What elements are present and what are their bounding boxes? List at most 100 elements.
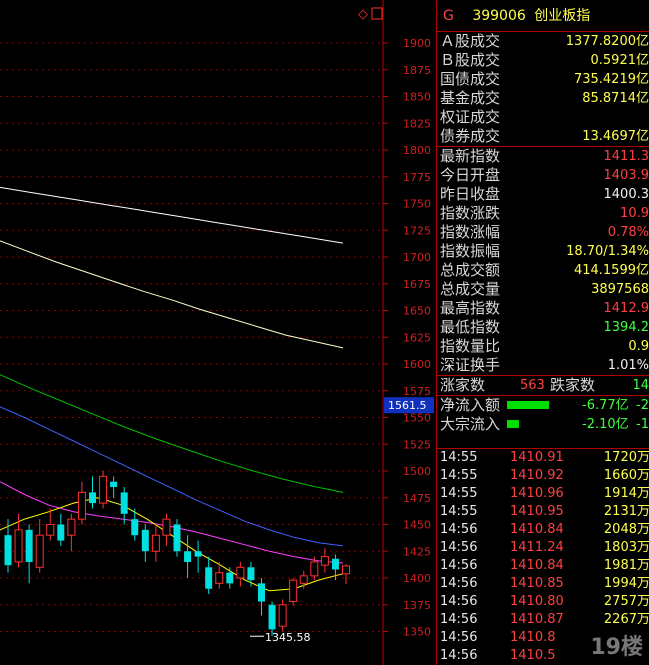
row-value: 0.5921亿 xyxy=(590,53,649,68)
trade-row: 14:55 1410.91 1720万 xyxy=(437,449,649,467)
flow-extra: -1 xyxy=(636,417,649,432)
y-tick-label: 1700 xyxy=(403,251,431,264)
candle xyxy=(162,513,171,546)
row-label: 基金成交 xyxy=(440,89,501,107)
trade-volume: 1981万 xyxy=(603,558,649,573)
quote-panel: G 399006 创业板指 Ａ股成交 1377.8200亿 Ｂ股成交 0.5921亿国… xyxy=(436,0,649,665)
window-icon[interactable] xyxy=(371,7,383,20)
row-value: 10.9 xyxy=(620,206,649,221)
y-tick-label: 1900 xyxy=(403,37,431,50)
y-tick-label: 1725 xyxy=(403,224,431,237)
stat-row: 指数涨跌 10.9 xyxy=(437,204,649,223)
turnover-row: 国债成交 735.4219亿 xyxy=(437,70,649,89)
row-label: 债券成交 xyxy=(440,127,501,145)
row-label: 指数涨跌 xyxy=(440,204,501,222)
trade-price: 1410.91 xyxy=(510,450,564,465)
y-tick-label: 1525 xyxy=(403,438,431,451)
row-value: 85.8714亿 xyxy=(582,91,649,106)
quote-header: G 399006 创业板指 xyxy=(437,0,649,32)
trade-volume: 2131万 xyxy=(603,504,649,519)
down-count-value: 14 xyxy=(632,378,649,393)
up-count-label: 涨家数 xyxy=(440,376,486,394)
y-tick-label: 1650 xyxy=(403,305,431,318)
trade-time: 14:56 xyxy=(440,648,478,663)
row-value: 735.4219亿 xyxy=(573,72,649,87)
row-label: 指数涨幅 xyxy=(440,223,501,241)
row-label: Ａ股成交 xyxy=(440,32,501,50)
stat-row: 最新指数 1411.3 xyxy=(437,147,649,166)
stat-row: 最高指数 1412.9 xyxy=(437,299,649,318)
candle xyxy=(247,561,255,587)
turnover-row: Ｂ股成交 0.5921亿 xyxy=(437,51,649,70)
candle xyxy=(110,476,118,498)
y-tick-label: 1400 xyxy=(403,572,431,585)
y-tick-label: 1475 xyxy=(403,492,431,505)
current-price-label: 1561.5 xyxy=(388,399,427,412)
y-tick-label: 1800 xyxy=(403,144,431,157)
candle xyxy=(289,578,298,606)
row-label: 国债成交 xyxy=(440,70,501,88)
row-label: Ｂ股成交 xyxy=(440,51,501,69)
row-label: 权证成交 xyxy=(440,108,501,126)
y-axis: 1900 1875 1850 1825 1800 1775 1750 1725 1700 1675… xyxy=(382,0,431,665)
trade-price: 1410.84 xyxy=(510,558,564,573)
trade-price: 1410.8 xyxy=(510,630,556,645)
trade-price: 1411.24 xyxy=(510,540,564,555)
candle xyxy=(46,508,55,541)
flow-row: 净流入额 -6.77亿 -2 xyxy=(437,396,649,415)
ma-line xyxy=(0,497,344,592)
row-label: 最高指数 xyxy=(440,299,501,317)
trade-row: 14:56 1410.84 2048万 xyxy=(437,521,649,539)
index-name: 创业板指 xyxy=(534,8,591,24)
trade-row: 14:55 1410.95 2131万 xyxy=(437,503,649,521)
trade-price: 1410.5 xyxy=(510,648,556,663)
turnover-row: Ａ股成交 1377.8200亿 xyxy=(437,32,649,51)
ma-line xyxy=(0,186,344,244)
row-value: 1411.3 xyxy=(603,149,649,164)
trade-row: 14:55 1410.92 1660万 xyxy=(437,467,649,485)
kline-chart[interactable]: 1900 1875 1850 1825 1800 1775 1750 1725 1700 1675… xyxy=(0,0,436,665)
flow-row: 大宗流入 -2.10亿 -1 xyxy=(437,415,649,434)
y-tick-label: 1575 xyxy=(403,385,431,398)
trade-time: 14:56 xyxy=(440,540,478,555)
turnover-row: 权证成交 xyxy=(437,108,649,127)
row-value: 3897568 xyxy=(591,282,649,297)
flow-bar xyxy=(507,420,519,428)
row-label: 最新指数 xyxy=(440,147,501,165)
candle xyxy=(236,561,245,587)
trade-time: 14:55 xyxy=(440,450,478,465)
turnover-row: 基金成交 85.8714亿 xyxy=(437,89,649,108)
row-value: 13.4697亿 xyxy=(582,129,649,144)
flow-list: 净流入额 -6.77亿 -2 大宗流入 -2.10亿 -1 xyxy=(437,395,649,434)
candle xyxy=(151,524,160,562)
candles xyxy=(4,471,350,637)
row-value: 1412.9 xyxy=(603,301,649,316)
y-tick-label: 1500 xyxy=(403,465,431,478)
flow-value: -2.10亿 xyxy=(582,417,629,432)
trade-price: 1410.80 xyxy=(510,594,564,609)
diamond-icon[interactable]: ◇ xyxy=(358,7,368,22)
y-tick-label: 1850 xyxy=(403,91,431,104)
candle xyxy=(173,519,181,557)
row-value: 1400.3 xyxy=(603,187,649,202)
breadth-row: 涨家数 563 跌家数 14 xyxy=(437,375,649,395)
candle xyxy=(99,471,108,509)
candle xyxy=(141,524,149,562)
row-value: 1.01% xyxy=(607,358,649,373)
trade-time: 14:56 xyxy=(440,522,478,537)
row-label: 昨日收盘 xyxy=(440,185,501,203)
trade-row: 14:56 1410.80 2757万 xyxy=(437,593,649,611)
trade-row: 14:56 1410.87 2267万 xyxy=(437,611,649,629)
candle xyxy=(320,548,329,573)
trade-price: 1410.85 xyxy=(510,576,564,591)
low-annotation: 1345.58 xyxy=(250,631,311,644)
y-tick-label: 1675 xyxy=(403,278,431,291)
turnover-row: 债券成交 13.4697亿 xyxy=(437,127,649,146)
row-label: 总成交量 xyxy=(440,280,501,298)
candle xyxy=(35,519,44,573)
ma-line xyxy=(0,481,344,564)
trade-volume: 2048万 xyxy=(603,522,649,537)
trade-time: 14:55 xyxy=(440,504,478,519)
trade-volume: 1914万 xyxy=(603,486,649,501)
trade-volume: 2757万 xyxy=(603,594,649,609)
